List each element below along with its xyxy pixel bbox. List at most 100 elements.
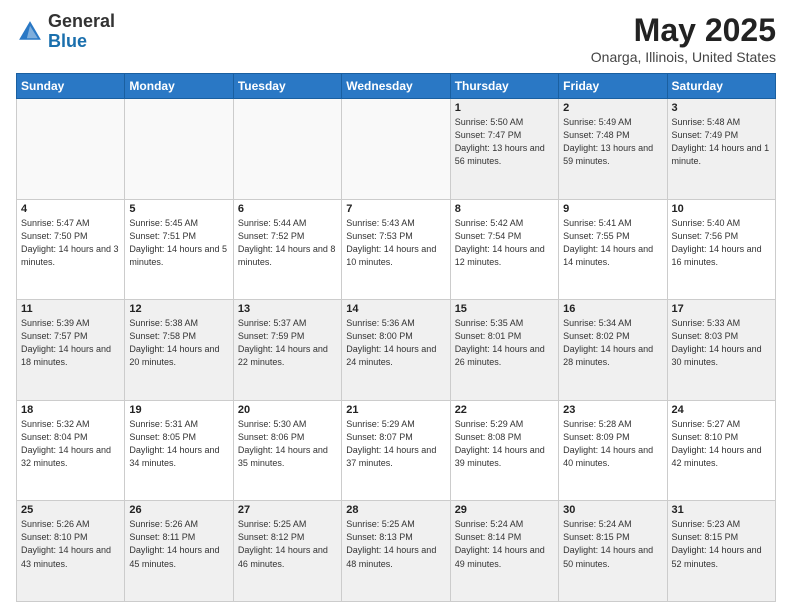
calendar-cell: 19 Sunrise: 5:31 AMSunset: 8:05 PMDayligh… — [125, 400, 233, 501]
day-number: 28 — [346, 504, 445, 516]
calendar-cell: 29Sunrise: 5:24 AMSunset: 8:14 PMDayligh… — [450, 501, 558, 602]
calendar-cell: 1 Sunrise: 5:50 AMSunset: 7:47 PMDaylight… — [450, 99, 558, 200]
calendar-table: SundayMondayTuesdayWednesdayThursdayFrid… — [16, 73, 776, 602]
calendar-cell: 31Sunrise: 5:23 AMSunset: 8:15 PMDayligh… — [667, 501, 775, 602]
weekday-header-thursday: Thursday — [450, 74, 558, 99]
title-block: May 2025 Onarga, Illinois, United States — [591, 12, 776, 65]
day-info: Sunrise: 5:29 AMSunset: 8:07 PMDaylight:… — [346, 418, 445, 470]
day-number: 25 — [21, 504, 120, 516]
calendar-cell: 9Sunrise: 5:41 AMSunset: 7:55 PMDaylight… — [559, 199, 667, 300]
week-row-3: 11 Sunrise: 5:39 AMSunset: 7:57 PMDayligh… — [17, 300, 776, 401]
day-info: Sunrise: 5:47 AMSunset: 7:50 PMDaylight:… — [21, 217, 120, 269]
calendar-cell: 12 Sunrise: 5:38 AMSunset: 7:58 PMDayligh… — [125, 300, 233, 401]
calendar-cell: 24 Sunrise: 5:27 AMSunset: 8:10 PMDayligh… — [667, 400, 775, 501]
day-info: Sunrise: 5:33 AMSunset: 8:03 PMDaylight:… — [672, 317, 771, 369]
day-number: 22 — [455, 404, 554, 416]
day-number: 21 — [346, 404, 445, 416]
day-info: Sunrise: 5:50 AMSunset: 7:47 PMDaylight:… — [455, 116, 554, 168]
day-info: Sunrise: 5:42 AMSunset: 7:54 PMDaylight:… — [455, 217, 554, 269]
day-number: 3 — [672, 102, 771, 114]
week-row-5: 25 Sunrise: 5:26 AMSunset: 8:10 PMDayligh… — [17, 501, 776, 602]
logo: General Blue — [16, 12, 115, 52]
calendar-cell: 13Sunrise: 5:37 AMSunset: 7:59 PMDayligh… — [233, 300, 341, 401]
week-row-2: 4 Sunrise: 5:47 AMSunset: 7:50 PMDaylight… — [17, 199, 776, 300]
calendar-cell: 6Sunrise: 5:44 AMSunset: 7:52 PMDaylight… — [233, 199, 341, 300]
calendar-cell: 7 Sunrise: 5:43 AMSunset: 7:53 PMDaylight… — [342, 199, 450, 300]
calendar-cell: 4 Sunrise: 5:47 AMSunset: 7:50 PMDaylight… — [17, 199, 125, 300]
calendar-cell: 20 Sunrise: 5:30 AMSunset: 8:06 PMDayligh… — [233, 400, 341, 501]
calendar-cell: 2 Sunrise: 5:49 AMSunset: 7:48 PMDaylight… — [559, 99, 667, 200]
weekday-header-friday: Friday — [559, 74, 667, 99]
day-number: 2 — [563, 102, 662, 114]
day-info: Sunrise: 5:36 AMSunset: 8:00 PMDaylight:… — [346, 317, 445, 369]
day-number: 14 — [346, 303, 445, 315]
day-info: Sunrise: 5:25 AMSunset: 8:12 PMDaylight:… — [238, 518, 337, 570]
week-row-4: 18 Sunrise: 5:32 AMSunset: 8:04 PMDayligh… — [17, 400, 776, 501]
calendar-cell — [233, 99, 341, 200]
weekday-header-sunday: Sunday — [17, 74, 125, 99]
calendar-cell: 17Sunrise: 5:33 AMSunset: 8:03 PMDayligh… — [667, 300, 775, 401]
week-row-1: 1 Sunrise: 5:50 AMSunset: 7:47 PMDaylight… — [17, 99, 776, 200]
day-number: 16 — [563, 303, 662, 315]
day-info: Sunrise: 5:26 AMSunset: 8:11 PMDaylight:… — [129, 518, 228, 570]
calendar-cell: 21 Sunrise: 5:29 AMSunset: 8:07 PMDayligh… — [342, 400, 450, 501]
day-number: 15 — [455, 303, 554, 315]
calendar-cell: 15 Sunrise: 5:35 AMSunset: 8:01 PMDayligh… — [450, 300, 558, 401]
calendar-cell: 14 Sunrise: 5:36 AMSunset: 8:00 PMDayligh… — [342, 300, 450, 401]
calendar-cell: 30 Sunrise: 5:24 AMSunset: 8:15 PMDayligh… — [559, 501, 667, 602]
logo-text: General Blue — [48, 12, 115, 52]
header: General Blue May 2025 Onarga, Illinois, … — [16, 12, 776, 65]
day-info: Sunrise: 5:24 AMSunset: 8:15 PMDaylight:… — [563, 518, 662, 570]
day-info: Sunrise: 5:30 AMSunset: 8:06 PMDaylight:… — [238, 418, 337, 470]
day-number: 27 — [238, 504, 337, 516]
day-number: 18 — [21, 404, 120, 416]
day-info: Sunrise: 5:24 AMSunset: 8:14 PMDaylight:… — [455, 518, 554, 570]
day-number: 10 — [672, 203, 771, 215]
day-info: Sunrise: 5:38 AMSunset: 7:58 PMDaylight:… — [129, 317, 228, 369]
day-info: Sunrise: 5:29 AMSunset: 8:08 PMDaylight:… — [455, 418, 554, 470]
weekday-header-wednesday: Wednesday — [342, 74, 450, 99]
calendar-cell — [342, 99, 450, 200]
day-number: 7 — [346, 203, 445, 215]
day-info: Sunrise: 5:25 AMSunset: 8:13 PMDaylight:… — [346, 518, 445, 570]
calendar-cell: 23Sunrise: 5:28 AMSunset: 8:09 PMDayligh… — [559, 400, 667, 501]
day-number: 4 — [21, 203, 120, 215]
day-info: Sunrise: 5:31 AMSunset: 8:05 PMDaylight:… — [129, 418, 228, 470]
logo-icon — [16, 18, 44, 46]
day-number: 30 — [563, 504, 662, 516]
day-info: Sunrise: 5:34 AMSunset: 8:02 PMDaylight:… — [563, 317, 662, 369]
logo-blue: Blue — [48, 31, 87, 51]
calendar-cell: 26 Sunrise: 5:26 AMSunset: 8:11 PMDayligh… — [125, 501, 233, 602]
day-info: Sunrise: 5:49 AMSunset: 7:48 PMDaylight:… — [563, 116, 662, 168]
day-number: 20 — [238, 404, 337, 416]
calendar-cell: 18 Sunrise: 5:32 AMSunset: 8:04 PMDayligh… — [17, 400, 125, 501]
calendar-cell: 10Sunrise: 5:40 AMSunset: 7:56 PMDayligh… — [667, 199, 775, 300]
day-info: Sunrise: 5:43 AMSunset: 7:53 PMDaylight:… — [346, 217, 445, 269]
day-info: Sunrise: 5:35 AMSunset: 8:01 PMDaylight:… — [455, 317, 554, 369]
weekday-header-tuesday: Tuesday — [233, 74, 341, 99]
calendar-cell: 11 Sunrise: 5:39 AMSunset: 7:57 PMDayligh… — [17, 300, 125, 401]
day-info: Sunrise: 5:37 AMSunset: 7:59 PMDaylight:… — [238, 317, 337, 369]
day-number: 24 — [672, 404, 771, 416]
calendar-cell: 8Sunrise: 5:42 AMSunset: 7:54 PMDaylight… — [450, 199, 558, 300]
calendar-cell — [17, 99, 125, 200]
weekday-header-monday: Monday — [125, 74, 233, 99]
main-title: May 2025 — [591, 12, 776, 49]
day-info: Sunrise: 5:39 AMSunset: 7:57 PMDaylight:… — [21, 317, 120, 369]
calendar-cell: 22 Sunrise: 5:29 AMSunset: 8:08 PMDayligh… — [450, 400, 558, 501]
day-number: 11 — [21, 303, 120, 315]
day-number: 1 — [455, 102, 554, 114]
day-number: 12 — [129, 303, 228, 315]
calendar-cell: 27 Sunrise: 5:25 AMSunset: 8:12 PMDayligh… — [233, 501, 341, 602]
day-number: 19 — [129, 404, 228, 416]
day-info: Sunrise: 5:32 AMSunset: 8:04 PMDaylight:… — [21, 418, 120, 470]
day-info: Sunrise: 5:48 AMSunset: 7:49 PMDaylight:… — [672, 116, 771, 168]
calendar-cell: 16 Sunrise: 5:34 AMSunset: 8:02 PMDayligh… — [559, 300, 667, 401]
day-info: Sunrise: 5:26 AMSunset: 8:10 PMDaylight:… — [21, 518, 120, 570]
logo-general: General — [48, 11, 115, 31]
day-info: Sunrise: 5:28 AMSunset: 8:09 PMDaylight:… — [563, 418, 662, 470]
day-number: 9 — [563, 203, 662, 215]
weekday-header-row: SundayMondayTuesdayWednesdayThursdayFrid… — [17, 74, 776, 99]
day-number: 26 — [129, 504, 228, 516]
day-info: Sunrise: 5:27 AMSunset: 8:10 PMDaylight:… — [672, 418, 771, 470]
